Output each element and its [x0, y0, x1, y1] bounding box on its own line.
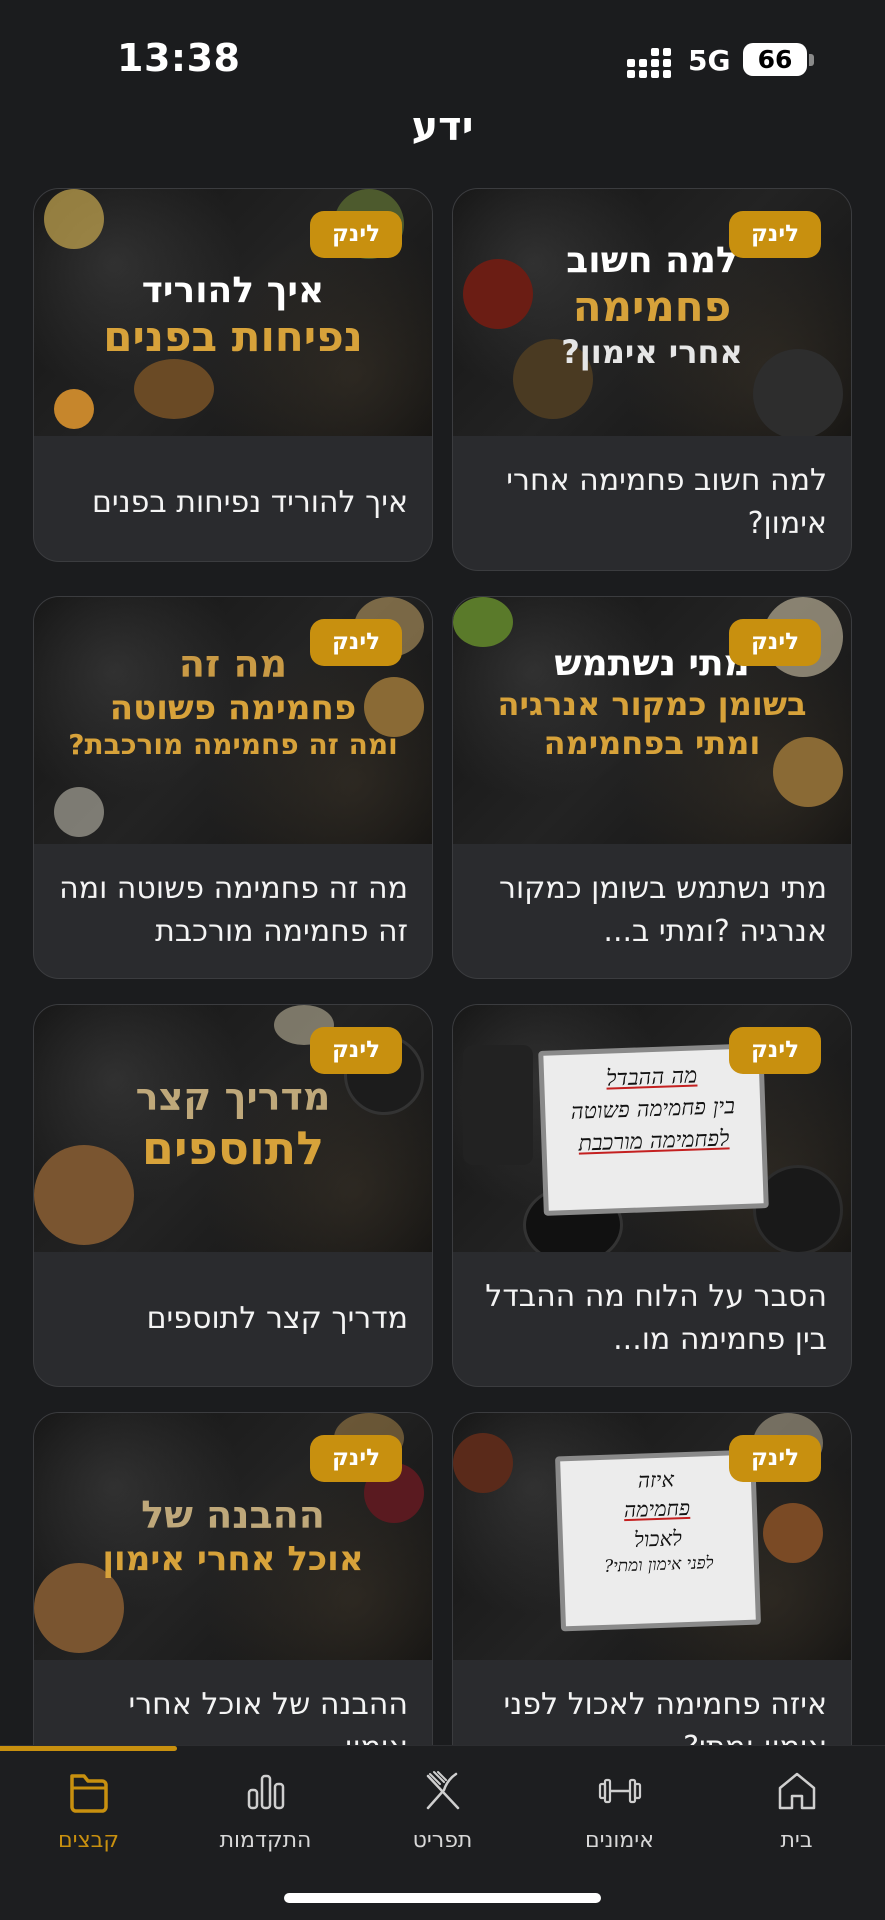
app-screen: 13:38 5G 66 ידע למה חשוב פחמימה אחרי אימ… [0, 0, 885, 1920]
card-title: למה חשוב פחמימה אחרי אימון? [506, 463, 827, 541]
link-badge: לינק [310, 1027, 402, 1074]
home-indicator [284, 1893, 601, 1903]
network-label: 5G [688, 44, 731, 77]
fork-knife-icon [426, 1771, 460, 1810]
link-badge: לינק [310, 1435, 402, 1482]
thumbnail-text: מדריך קצר לתוספים [135, 1075, 331, 1175]
signal-icon [627, 48, 673, 78]
card-title: הסבר על הלוח מה ההבדל בין פחמימה מו... [485, 1279, 827, 1357]
tab-label: תפריט [412, 1828, 473, 1853]
link-badge: לינק [729, 1027, 821, 1074]
tab-files[interactable]: קבצים [0, 1766, 177, 1876]
home-icon [778, 1772, 816, 1810]
folder-icon [70, 1774, 108, 1813]
status-time: 13:38 [117, 36, 241, 80]
knowledge-card[interactable]: איך להוריד נפיחות בפנים לינק איך להוריד … [33, 188, 433, 562]
active-tab-indicator [0, 1746, 177, 1751]
tab-label: בית [780, 1828, 813, 1853]
card-title: מה זה פחמימה פשוטה ומה זה פחמימה מורכבת [59, 871, 408, 949]
tab-label: אימונים [585, 1828, 654, 1853]
page-title: ידע [411, 104, 474, 150]
card-title: איך להוריד נפיחות בפנים [92, 485, 408, 520]
link-badge: לינק [729, 619, 821, 666]
knowledge-grid: למה חשוב פחמימה אחרי אימון? לינק למה חשו… [33, 188, 852, 1745]
tab-workouts[interactable]: אימונים [531, 1766, 708, 1876]
knowledge-card[interactable]: מה ההבדל בין פחמימה פשוטה לפחמימה מורכבת… [452, 1004, 852, 1387]
link-badge: לינק [310, 211, 402, 258]
link-badge: לינק [310, 619, 402, 666]
knowledge-card[interactable]: מדריך קצר לתוספים לינק מדריך קצר לתוספים [33, 1004, 433, 1387]
dumbbell-icon [598, 1778, 642, 1804]
thumbnail-text: למה חשוב פחמימה אחרי אימון? [561, 240, 743, 371]
tab-label: קבצים [58, 1828, 119, 1853]
bar-chart-icon [247, 1774, 285, 1810]
status-bar: 13:38 5G 66 [0, 0, 885, 110]
knowledge-card[interactable]: איזה פחמימה לאכול לפני אימון ומתי? לינק … [452, 1412, 852, 1745]
knowledge-card[interactable]: ההבנה של אוכל אחרי אימון לינק ההבנה של א… [33, 1412, 433, 1745]
knowledge-card[interactable]: מתי נשתמש בשומן כמקור אנרגיה ומתי בפחמימ… [452, 596, 852, 979]
battery-icon: 66 [743, 43, 807, 76]
card-title: מדריך קצר לתוספים [146, 1301, 408, 1336]
tab-progress[interactable]: התקדמות [177, 1766, 354, 1876]
card-title: ההבנה של אוכל אחרי אימון [128, 1687, 408, 1745]
tab-menu[interactable]: תפריט [354, 1766, 531, 1876]
knowledge-card[interactable]: מה זה פחמימה פשוטה ומה זה פחמימה מורכבת?… [33, 596, 433, 979]
link-badge: לינק [729, 211, 821, 258]
thumbnail-text: ההבנה של אוכל אחרי אימון [102, 1493, 364, 1579]
knowledge-card[interactable]: למה חשוב פחמימה אחרי אימון? לינק למה חשו… [452, 188, 852, 571]
tab-label: התקדמות [219, 1828, 312, 1853]
thumbnail-text: איך להוריד נפיחות בפנים [103, 270, 363, 362]
tab-home[interactable]: בית [708, 1766, 885, 1876]
link-badge: לינק [729, 1435, 821, 1482]
card-title: מתי נשתמש בשומן כמקור אנרגיה ?ומתי ב... [499, 871, 827, 949]
battery-cap [809, 54, 814, 66]
card-title: איזה פחמימה לאכול לפני אימון ומתי? [503, 1687, 827, 1745]
whiteboard-image: איזה פחמימה לאכול לפני אימון ומתי? [555, 1449, 761, 1632]
